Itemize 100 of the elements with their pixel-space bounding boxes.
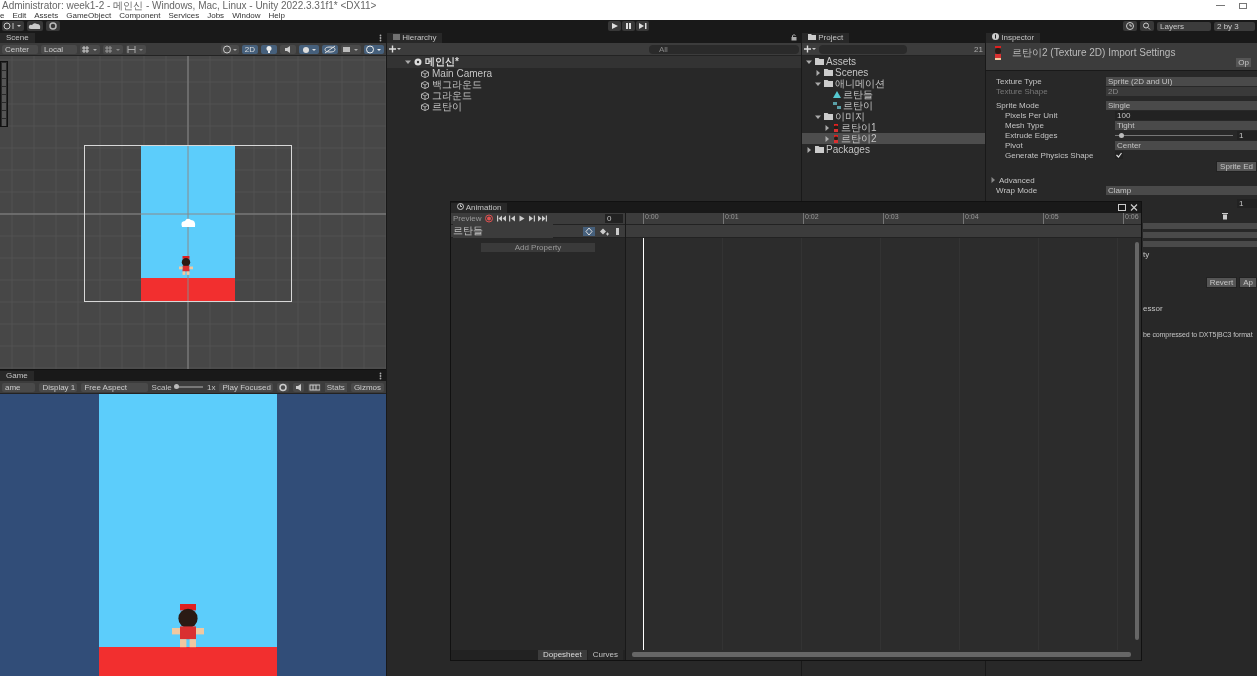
snap-icon[interactable] xyxy=(126,44,146,54)
animation-tab[interactable]: Animation xyxy=(451,203,508,213)
2d-toggle[interactable]: 2D xyxy=(241,44,258,54)
apply-button[interactable]: Ap xyxy=(1239,277,1257,288)
next-frame-icon[interactable] xyxy=(528,215,536,222)
layers-dropdown[interactable]: Layers xyxy=(1157,21,1211,31)
scrollbar[interactable] xyxy=(1135,242,1139,640)
expand-arrow-icon[interactable] xyxy=(806,58,812,65)
account-icon[interactable] xyxy=(2,21,24,31)
play-icon[interactable] xyxy=(608,21,621,31)
tool-palette[interactable] xyxy=(0,61,8,127)
more-icon[interactable] xyxy=(379,371,382,380)
project-item[interactable]: 이미지 xyxy=(802,111,985,122)
game-view[interactable] xyxy=(0,394,386,676)
scale-slider-thumb[interactable] xyxy=(174,384,180,389)
menu-item[interactable]: Edit xyxy=(12,11,27,20)
slider-thumb[interactable] xyxy=(1118,132,1124,138)
expand-arrow-icon[interactable] xyxy=(990,177,996,183)
hierarchy-item[interactable]: Main Camera xyxy=(432,68,493,79)
more-icon[interactable] xyxy=(379,33,382,42)
project-item[interactable]: Packages xyxy=(802,144,985,155)
menu-item[interactable]: Help xyxy=(268,11,286,20)
frame-field[interactable]: 0 xyxy=(605,214,623,223)
record-icon[interactable] xyxy=(484,214,495,223)
expand-arrow-icon[interactable] xyxy=(824,135,830,142)
menu-item[interactable]: Assets xyxy=(34,11,59,20)
settings-icon[interactable] xyxy=(46,21,60,31)
sprite-editor-button[interactable]: Sprite Ed xyxy=(1216,161,1257,172)
display-dropdown[interactable]: Display 1 xyxy=(39,382,78,392)
history-icon[interactable] xyxy=(1123,21,1137,31)
project-item[interactable]: 르탄이 xyxy=(802,100,985,111)
menu-item[interactable]: Services xyxy=(168,11,200,20)
minimize-icon[interactable] xyxy=(1216,2,1225,9)
light-icon[interactable] xyxy=(261,44,277,54)
hidden-count[interactable]: 21 xyxy=(974,44,983,54)
search-field[interactable] xyxy=(819,44,907,54)
expand-arrow-icon[interactable] xyxy=(824,124,830,131)
visibility-icon[interactable] xyxy=(322,44,338,54)
project-item[interactable]: 르탄이1 xyxy=(802,122,985,133)
slider-value-field[interactable]: 1 xyxy=(1237,130,1257,140)
project-item[interactable]: Assets xyxy=(802,56,985,67)
project-tab[interactable]: Project xyxy=(802,33,850,43)
settings-icon[interactable] xyxy=(277,382,289,392)
property-dropdown[interactable]: Center xyxy=(1115,140,1257,150)
audio-icon[interactable] xyxy=(292,382,304,392)
space-dropdown[interactable]: Local xyxy=(41,44,77,54)
expand-arrow-icon[interactable] xyxy=(806,146,812,153)
scene-tab[interactable]: Scene xyxy=(0,33,35,43)
view-tab[interactable]: Curves xyxy=(587,650,623,660)
project-item[interactable]: 르탄이2 xyxy=(802,133,985,144)
gizmos-dropdown[interactable]: Gizmos xyxy=(350,382,384,392)
menu-item[interactable]: Window xyxy=(232,11,261,20)
add-property-button[interactable]: Add Property xyxy=(481,243,595,252)
last-frame-icon[interactable] xyxy=(538,215,548,222)
slider-value-field[interactable]: 1 xyxy=(1237,199,1257,208)
property-dropdown[interactable]: ty xyxy=(1143,250,1150,259)
property-dropdown[interactable]: Sprite (2D and UI) xyxy=(1106,76,1257,86)
menu-item[interactable]: e xyxy=(0,11,5,20)
maximize-icon[interactable] xyxy=(1118,204,1126,211)
project-item[interactable]: Scenes xyxy=(802,67,985,78)
inspector-tab[interactable]: Inspector xyxy=(986,33,1041,43)
search-field[interactable]: All xyxy=(649,44,799,54)
scrollbar[interactable] xyxy=(632,652,1131,657)
shading-icon[interactable] xyxy=(220,44,239,54)
hierarchy-tab[interactable]: Hierarchy xyxy=(387,33,443,43)
camera-icon[interactable] xyxy=(341,44,361,54)
aspect-dropdown[interactable]: Free Aspect xyxy=(81,382,148,392)
stats-button[interactable]: Stats xyxy=(324,382,347,392)
property-dropdown[interactable]: Tight xyxy=(1115,120,1257,130)
grid-icon[interactable] xyxy=(307,382,321,392)
game-tab[interactable]: Game xyxy=(0,371,34,381)
scene-row[interactable]: 메인신* xyxy=(387,56,801,68)
checkbox[interactable] xyxy=(1115,151,1123,159)
close-icon[interactable] xyxy=(1130,204,1138,211)
lock-icon[interactable] xyxy=(791,34,797,41)
revert-button[interactable]: Revert xyxy=(1205,277,1238,288)
first-frame-icon[interactable] xyxy=(497,215,507,222)
audio-icon[interactable] xyxy=(280,44,296,54)
view-tab[interactable]: Dopesheet xyxy=(537,650,587,660)
search-icon[interactable] xyxy=(1140,21,1154,31)
step-icon[interactable] xyxy=(636,21,649,31)
property-dropdown[interactable]: Single xyxy=(1106,100,1257,110)
effects-icon[interactable] xyxy=(299,44,319,54)
pause-icon[interactable] xyxy=(622,21,635,31)
menu-item[interactable]: GameObject xyxy=(66,11,112,20)
property-field[interactable]: 100 xyxy=(1115,110,1257,120)
open-button[interactable]: Op xyxy=(1236,58,1251,67)
hierarchy-item[interactable]: 백그라운드 xyxy=(432,77,482,92)
scene-view[interactable] xyxy=(0,56,386,369)
advanced-foldout[interactable]: Advanced xyxy=(999,175,1035,185)
previous-frame-icon[interactable] xyxy=(509,215,517,222)
expand-arrow-icon[interactable] xyxy=(405,59,411,65)
add-keyframe-icon[interactable] xyxy=(598,226,610,236)
menu-item[interactable]: Component xyxy=(119,11,161,20)
menu-item[interactable]: Jobs xyxy=(207,11,225,20)
expand-arrow-icon[interactable] xyxy=(815,80,821,87)
clip-dropdown[interactable]: 르탄들 xyxy=(453,224,553,238)
cloud-icon[interactable] xyxy=(27,21,43,31)
pivot-dropdown[interactable]: Center xyxy=(2,44,38,54)
gizmos-icon[interactable] xyxy=(364,44,384,54)
